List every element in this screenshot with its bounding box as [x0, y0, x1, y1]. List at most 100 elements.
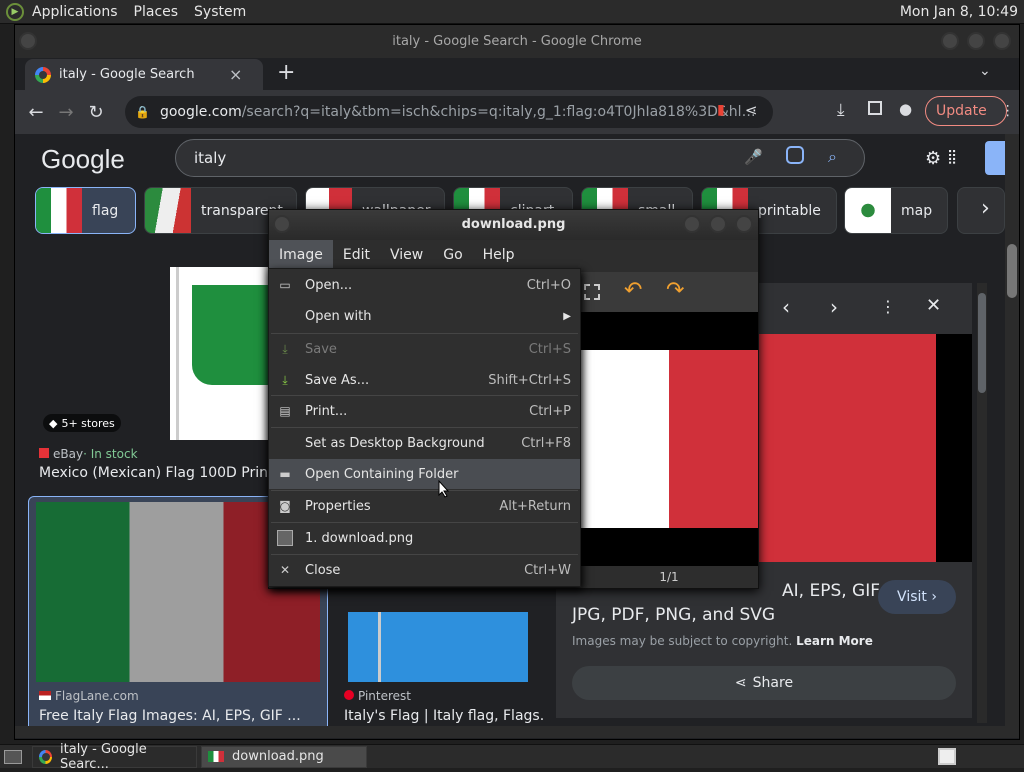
- back-icon[interactable]: ←: [21, 97, 51, 127]
- close-window-icon[interactable]: [993, 32, 1011, 50]
- chip-label: flag: [92, 202, 119, 219]
- task-image-viewer[interactable]: download.png: [201, 745, 367, 768]
- address-bar[interactable]: 🔒 google.com/search?q=italy&tbm=isch&chi…: [125, 96, 773, 128]
- task-label: download.png: [232, 749, 324, 764]
- menu-item-set-desktop-background[interactable]: Set as Desktop Background Ctrl+F8: [269, 428, 580, 458]
- copyright-text: Images may be subject to copyright.: [572, 634, 793, 648]
- us-flag-favicon-icon: [39, 691, 51, 700]
- viewer-minimize-icon[interactable]: [683, 215, 701, 233]
- menu-item-open-with[interactable]: Open with ▶: [269, 301, 580, 331]
- page-scrollbar[interactable]: [1005, 134, 1019, 738]
- places-menu[interactable]: Places: [134, 4, 179, 20]
- new-tab-icon[interactable]: +: [277, 60, 295, 85]
- viewer-maximize-icon[interactable]: [709, 215, 727, 233]
- menu-item-close[interactable]: ✕ Close Ctrl+W: [269, 555, 580, 585]
- viewer-window-menu-icon[interactable]: [273, 215, 291, 233]
- chip-label: map: [901, 202, 933, 219]
- lens-icon[interactable]: [786, 146, 804, 164]
- kebab-menu-icon[interactable]: ⋮: [1001, 103, 1015, 119]
- apps-grid-icon[interactable]: ⣿: [947, 149, 957, 165]
- result-source-flaglane[interactable]: FlagLane.com: [39, 689, 139, 703]
- applications-menu[interactable]: Applications: [32, 4, 118, 20]
- result-source-ebay[interactable]: eBay· In stock: [39, 447, 138, 461]
- pinterest-favicon-icon: [344, 690, 354, 700]
- taskbar: italy - Google Searc... download.png: [0, 742, 1024, 772]
- viewer-close-icon[interactable]: [735, 215, 753, 233]
- menu-image[interactable]: Image: [269, 240, 333, 270]
- menu-item-open[interactable]: ▭ Open... Ctrl+O: [269, 270, 580, 300]
- sign-in-button[interactable]: [985, 141, 1005, 175]
- menu-item-shortcut: Shift+Ctrl+S: [488, 372, 571, 388]
- menu-item-open-containing-folder[interactable]: ▬ Open Containing Folder: [269, 459, 580, 489]
- side-panel-icon[interactable]: [868, 101, 882, 115]
- rotate-right-icon[interactable]: ↷: [666, 278, 684, 303]
- result-image-pinterest[interactable]: [348, 612, 528, 682]
- reload-icon[interactable]: ↻: [81, 97, 111, 127]
- voice-search-icon[interactable]: 🎤: [744, 148, 763, 166]
- site-info-icon[interactable]: 🔒: [135, 105, 150, 119]
- preview-prev-icon[interactable]: ‹: [782, 295, 790, 319]
- result-title-ebay[interactable]: Mexico (Mexican) Flag 100D Printed: [39, 465, 271, 481]
- maximize-icon[interactable]: [967, 32, 985, 50]
- viewer-menubar: Image Edit View Go Help: [269, 240, 758, 270]
- preview-more-icon[interactable]: ⋮: [880, 297, 896, 316]
- learn-more-link[interactable]: Learn More: [796, 634, 873, 648]
- chip-thumb: [145, 188, 191, 233]
- menu-item-recent-download[interactable]: 1. download.png: [269, 523, 580, 553]
- save-icon: ⤓: [282, 341, 288, 356]
- update-label: Update: [936, 103, 987, 119]
- menu-item-properties[interactable]: ◙ Properties Alt+Return: [269, 491, 580, 521]
- menu-item-print[interactable]: ▤ Print... Ctrl+P: [269, 396, 580, 426]
- minimize-icon[interactable]: [941, 32, 959, 50]
- viewer-statusbar: 1/1: [580, 566, 758, 588]
- chrome-icon: [39, 749, 53, 764]
- menu-view[interactable]: View: [380, 240, 433, 270]
- settings-gear-icon[interactable]: ⚙: [925, 148, 941, 169]
- result-image-ebay[interactable]: [170, 267, 270, 440]
- visit-button[interactable]: Visit ›: [878, 580, 956, 614]
- mouse-cursor-icon: [438, 480, 450, 498]
- share-button[interactable]: ⋖ Share: [572, 666, 956, 700]
- chip-flag[interactable]: flag: [35, 187, 136, 234]
- task-chrome[interactable]: italy - Google Searc...: [32, 742, 197, 772]
- search-icon[interactable]: ⌕: [828, 147, 837, 167]
- workspace-switcher-icon[interactable]: [938, 748, 956, 765]
- menu-item-save-as[interactable]: ⤓ Save As... Shift+Ctrl+S: [269, 365, 580, 395]
- menu-help[interactable]: Help: [473, 240, 525, 270]
- result-title-flaglane[interactable]: Free Italy Flag Images: AI, EPS, GIF ...: [39, 708, 319, 724]
- menu-item-shortcut: Ctrl+F8: [521, 435, 571, 451]
- horizontal-scrollbar[interactable]: [15, 726, 1005, 738]
- tab-close-icon[interactable]: ×: [229, 65, 242, 84]
- system-menu[interactable]: System: [194, 4, 246, 20]
- fit-icon[interactable]: [584, 284, 600, 300]
- share-icon[interactable]: ⋖: [745, 101, 758, 119]
- menu-go[interactable]: Go: [433, 240, 472, 270]
- preview-next-icon[interactable]: ›: [830, 295, 838, 319]
- tab-italy-search[interactable]: italy - Google Search ×: [25, 59, 263, 90]
- google-logo[interactable]: Google: [41, 144, 125, 175]
- distro-logo-icon[interactable]: ▶: [6, 2, 24, 21]
- result-title-pinterest[interactable]: Italy's Flag | Italy flag, Flags...: [344, 708, 544, 724]
- forward-icon[interactable]: →: [51, 97, 81, 127]
- preview-close-icon[interactable]: ✕: [926, 295, 941, 316]
- chips-next-icon[interactable]: ›: [981, 196, 990, 221]
- tab-search-chevron-icon[interactable]: ⌄: [979, 63, 991, 79]
- window-menu-icon[interactable]: [19, 32, 37, 50]
- profile-icon[interactable]: ●: [899, 100, 912, 118]
- preview-scrollbar[interactable]: [977, 283, 987, 723]
- menu-item-shortcut: Ctrl+W: [524, 562, 571, 578]
- menu-edit[interactable]: Edit: [333, 240, 380, 270]
- preview-scrollbar-thumb[interactable]: [978, 293, 986, 393]
- download-icon[interactable]: ⤓: [837, 100, 845, 120]
- page-scrollbar-thumb[interactable]: [1007, 244, 1017, 298]
- update-button[interactable]: Update ⋮: [925, 96, 1015, 126]
- clock[interactable]: Mon Jan 8, 10:49: [900, 4, 1018, 20]
- rotate-left-icon[interactable]: ↶: [624, 278, 642, 303]
- camera-blocked-icon[interactable]: ▮: [717, 102, 725, 118]
- result-source-pinterest[interactable]: Pinterest: [344, 689, 411, 703]
- chip-map[interactable]: map: [844, 187, 948, 234]
- search-input[interactable]: italy 🎤 ⌕: [175, 139, 865, 177]
- viewer-image-area[interactable]: [580, 312, 758, 566]
- submenu-arrow-icon: ▶: [563, 310, 571, 322]
- show-desktop-icon[interactable]: [4, 749, 22, 764]
